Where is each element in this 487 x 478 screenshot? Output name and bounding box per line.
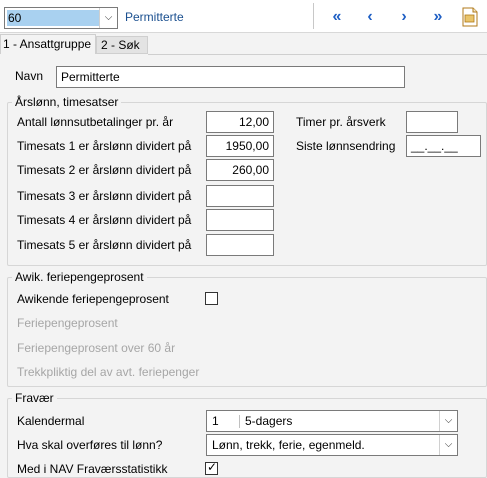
tab-ansattgruppe[interactable]: 1 - Ansattgruppe <box>0 34 96 54</box>
overfores-value: Lønn, trekk, ferie, egenmeld. <box>212 438 365 452</box>
timesats1-label: Timesats 1 er årslønn dividert på <box>17 139 192 153</box>
record-toolbar: 60 ⌵ Permitterte « ‹ › » <box>0 0 487 33</box>
kalendermal-select[interactable]: 1 5-dagers ⌵ <box>206 410 458 432</box>
first-record-icon[interactable]: « <box>325 7 349 27</box>
ferie-title: Awik. feriepengeprosent <box>12 270 147 284</box>
timer-arsverk-label: Timer pr. årsverk <box>296 115 386 129</box>
chevron-down-icon[interactable]: ⌵ <box>439 411 457 431</box>
timesats4-label: Timesats 4 er årslønn dividert på <box>17 213 192 227</box>
nav-fravaersstatistikk-checkbox[interactable]: ✓ <box>205 460 218 475</box>
overfores-label: Hva skal overføres til lønn? <box>17 438 163 452</box>
timesats5-label: Timesats 5 er årslønn dividert på <box>17 238 192 252</box>
kalendermal-code: 1 <box>212 414 219 428</box>
timer-arsverk-input[interactable] <box>406 111 458 133</box>
next-record-icon[interactable]: › <box>392 7 416 27</box>
timesats2-label: Timesats 2 er årslønn dividert på <box>17 163 192 177</box>
awik-feriepengeprosent-label: Awikende feriepengeprosent <box>17 292 169 306</box>
timesats1-input[interactable]: 1950,00 <box>206 135 274 157</box>
timesats2-input[interactable]: 260,00 <box>206 159 274 181</box>
fravaer-title: Fravær <box>12 391 57 405</box>
lonnsutbetalinger-label: Antall lønnsutbetalinger pr. år <box>17 115 174 129</box>
checkmark-icon: ✓ <box>207 460 218 474</box>
siste-lonnsendring-label: Siste lønnsendring <box>296 139 396 153</box>
trekkpliktig-label: Trekkpliktig del av avt. feriepenger <box>17 365 200 379</box>
kalendermal-label: Kalendermal <box>17 414 85 428</box>
previous-record-icon[interactable]: ‹ <box>358 7 382 27</box>
feriepengeprosent-label: Feriepengeprosent <box>17 316 118 330</box>
tab-divider <box>148 54 487 55</box>
kalendermal-divider <box>239 415 240 428</box>
nav-fravaersstatistikk-label: Med i NAV Fraværsstatistikk <box>17 462 168 476</box>
siste-lonnsendring-input[interactable]: __.__.__ <box>406 135 481 157</box>
navn-label: Navn <box>15 69 44 83</box>
timesats4-input[interactable] <box>206 209 274 231</box>
arslonn-title: Årslønn, timesatser <box>12 95 122 109</box>
feriepengeprosent-over60-label: Feriepengeprosent over 60 år <box>17 341 176 355</box>
navn-input[interactable]: Permitterte <box>56 66 405 88</box>
record-name: Permitterte <box>125 10 184 24</box>
chevron-down-icon[interactable]: ⌵ <box>439 435 457 455</box>
record-select-value: 60 <box>7 10 99 26</box>
last-record-icon[interactable]: » <box>426 7 450 27</box>
lonnsutbetalinger-input[interactable]: 12,00 <box>206 111 274 133</box>
awik-feriepengeprosent-checkbox[interactable] <box>205 292 218 305</box>
tab-sok[interactable]: 2 - Søk <box>96 36 148 54</box>
toolbar-divider <box>313 3 314 29</box>
kalendermal-name: 5-dagers <box>245 414 293 428</box>
timesats3-input[interactable] <box>206 185 274 207</box>
timesats3-label: Timesats 3 er årslønn dividert på <box>17 189 192 203</box>
overfores-select[interactable]: Lønn, trekk, ferie, egenmeld. ⌵ <box>206 434 458 456</box>
record-select[interactable]: 60 ⌵ <box>4 7 118 29</box>
document-icon[interactable] <box>461 7 479 27</box>
chevron-down-icon[interactable]: ⌵ <box>99 8 117 28</box>
timesats5-input[interactable] <box>206 234 274 256</box>
